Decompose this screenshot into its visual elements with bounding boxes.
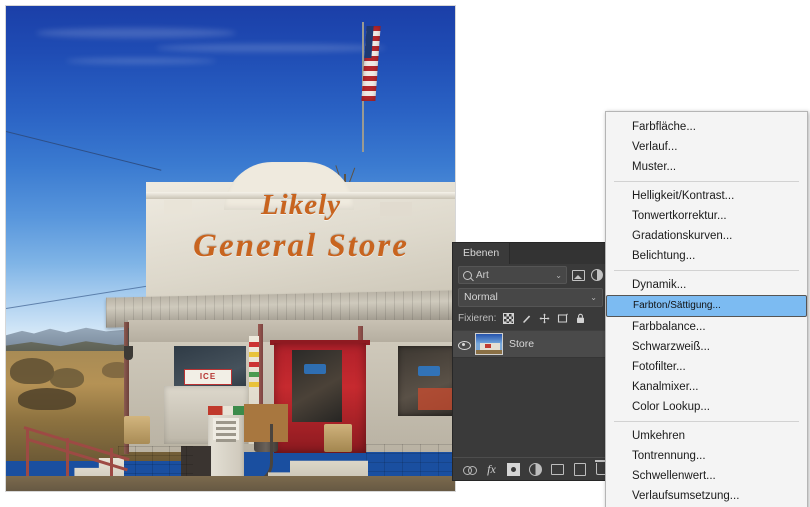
- gas-pump-head: [208, 406, 244, 415]
- new-adjustment-layer-icon[interactable]: [529, 462, 542, 476]
- lock-position-icon[interactable]: [539, 313, 550, 324]
- menu-separator: [614, 181, 799, 182]
- menu-item-fotofilter[interactable]: Fotofilter...: [606, 357, 807, 377]
- cloud-wisp: [156, 44, 386, 52]
- menu-item-dynamik[interactable]: Dynamik...: [606, 275, 807, 295]
- chevron-down-icon: ⌄: [590, 292, 597, 302]
- photo-image: Likely General Store ICE: [6, 6, 455, 491]
- search-icon: [463, 270, 472, 280]
- layer-row-store[interactable]: Store: [453, 330, 608, 358]
- menu-group-fill: Farbfläche... Verlauf... Muster...: [606, 117, 807, 177]
- sign-line-1: Likely: [260, 189, 342, 221]
- menu-item-belichtung[interactable]: Belichtung...: [606, 246, 807, 266]
- layers-panel[interactable]: Ebenen Art ⌄ Normal ⌄ Fixieren: Store fx: [453, 243, 616, 480]
- cloud-wisp: [36, 28, 236, 38]
- menu-item-umkehren[interactable]: Umkehren: [606, 426, 807, 446]
- menu-item-schwarzweiss[interactable]: Schwarzweiß...: [606, 337, 807, 357]
- new-group-icon[interactable]: [551, 463, 564, 476]
- porch-lamp: [124, 346, 133, 360]
- blend-mode-value: Normal: [464, 291, 498, 303]
- lock-label: Fixieren:: [458, 312, 497, 324]
- layer-list: Store: [453, 330, 608, 358]
- desert-brush: [10, 358, 54, 384]
- new-adjustment-layer-menu[interactable]: Farbfläche... Verlauf... Muster... Helli…: [605, 111, 808, 507]
- lock-artboard-nesting-icon[interactable]: [557, 312, 569, 324]
- menu-item-farbton-saettigung[interactable]: Farbton/Sättigung...: [606, 295, 807, 317]
- layer-name[interactable]: Store: [509, 338, 534, 350]
- eye-visibility-icon[interactable]: [458, 339, 471, 350]
- layers-panel-toolbar: fx: [453, 457, 616, 480]
- menu-item-verlaufsumsetzung[interactable]: Verlaufsumsetzung...: [606, 486, 807, 506]
- ice-sign: ICE: [184, 369, 232, 385]
- produce-basket: [124, 416, 150, 444]
- menu-item-color-lookup[interactable]: Color Lookup...: [606, 397, 807, 417]
- menu-item-schwellenwert[interactable]: Schwellenwert...: [606, 466, 807, 486]
- lock-image-pixels-icon[interactable]: [521, 313, 532, 324]
- menu-item-verlauf[interactable]: Verlauf...: [606, 137, 807, 157]
- menu-item-tonwertkorrektur[interactable]: Tonwertkorrektur...: [606, 206, 807, 226]
- menu-item-muster[interactable]: Muster...: [606, 157, 807, 177]
- gas-pump-dial: [213, 418, 239, 442]
- neon-sign: [304, 364, 326, 374]
- document-canvas[interactable]: Likely General Store ICE: [6, 6, 455, 491]
- add-layer-mask-icon[interactable]: [507, 462, 520, 476]
- layer-style-fx-icon[interactable]: fx: [485, 462, 498, 476]
- screenshot-root: Likely General Store ICE Ebenen Art ⌄ No…: [0, 0, 810, 507]
- tab-ebenen[interactable]: Ebenen: [453, 243, 511, 264]
- menu-item-farbbalance[interactable]: Farbbalance...: [606, 317, 807, 337]
- storefront-sign: Likely General Store: [146, 6, 455, 264]
- sign-line-2: General Store: [193, 228, 409, 264]
- cloud-wisp: [66, 58, 216, 64]
- layer-filter-value: Art: [476, 269, 489, 281]
- menu-group-tonal: Helligkeit/Kontrast... Tonwertkorrektur.…: [606, 186, 807, 266]
- layer-filter-kind-select[interactable]: Art ⌄: [458, 266, 567, 284]
- produce-basket: [324, 424, 352, 452]
- menu-item-kanalmixer[interactable]: Kanalmixer...: [606, 377, 807, 397]
- panel-tab-bar: Ebenen: [453, 243, 608, 264]
- link-layers-icon[interactable]: [463, 463, 477, 476]
- lock-row: Fixieren:: [453, 308, 608, 328]
- menu-item-helligkeit-kontrast[interactable]: Helligkeit/Kontrast...: [606, 186, 807, 206]
- desert-brush: [18, 388, 76, 410]
- new-layer-icon[interactable]: [573, 462, 586, 476]
- menu-item-tontrennung[interactable]: Tontrennung...: [606, 446, 807, 466]
- blend-mode-row: Normal ⌄: [453, 286, 608, 308]
- menu-separator: [614, 421, 799, 422]
- foreground-road: [6, 476, 455, 491]
- layer-filter-row: Art ⌄: [453, 264, 608, 286]
- layer-thumbnail[interactable]: [475, 333, 503, 355]
- desert-brush: [50, 368, 84, 388]
- menu-group-color: Dynamik... Farbton/Sättigung... Farbbala…: [606, 275, 807, 417]
- menu-group-special: Umkehren Tontrennung... Schwellenwert...…: [606, 426, 807, 507]
- lock-all-icon[interactable]: [575, 313, 586, 324]
- blend-mode-select[interactable]: Normal ⌄: [458, 287, 603, 307]
- lamp-wire: [128, 328, 129, 348]
- lock-transparent-pixels-icon[interactable]: [503, 312, 515, 324]
- menu-item-farbflaeche[interactable]: Farbfläche...: [606, 117, 807, 137]
- door-glass: [292, 350, 342, 422]
- chevron-down-icon: ⌄: [555, 270, 562, 280]
- image-filter-icon[interactable]: [572, 269, 585, 281]
- soda-display: [418, 388, 454, 410]
- adjustment-filter-icon[interactable]: [590, 269, 603, 281]
- menu-separator: [614, 270, 799, 271]
- neon-sign: [418, 366, 440, 376]
- menu-item-gradationskurven[interactable]: Gradationskurven...: [606, 226, 807, 246]
